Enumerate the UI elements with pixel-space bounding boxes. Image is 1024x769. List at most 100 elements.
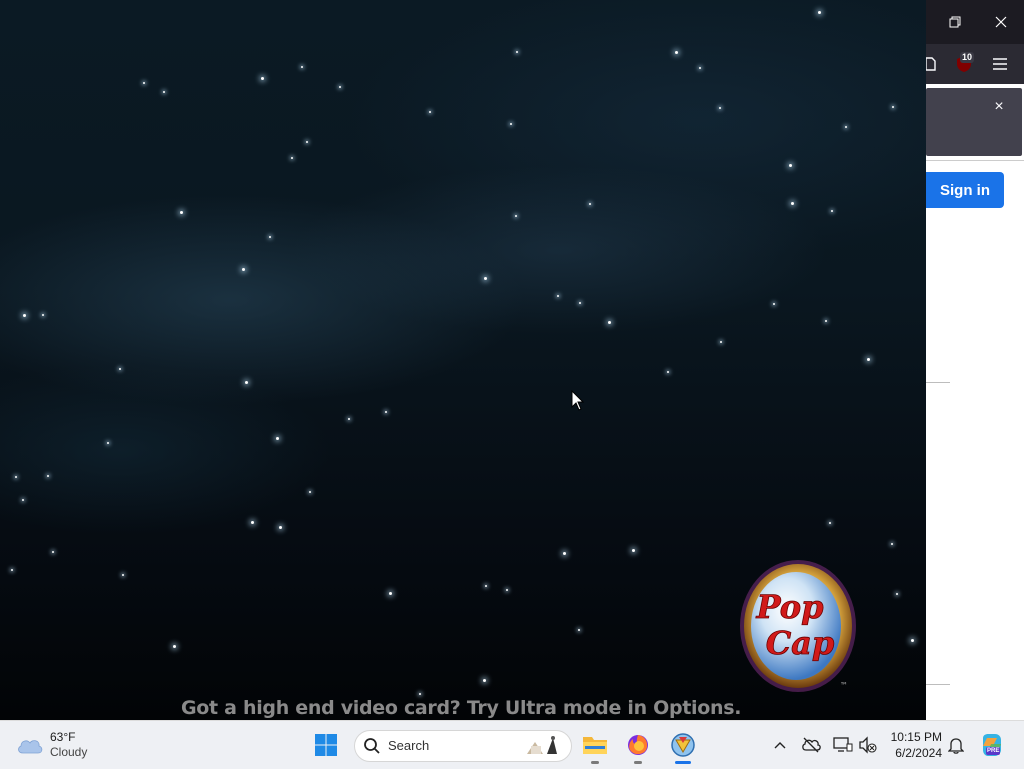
search-highlight-icon [527, 736, 557, 754]
star [578, 629, 580, 631]
display-tray-button[interactable] [833, 735, 853, 755]
star [485, 585, 487, 587]
menu-hamburger-icon[interactable] [988, 52, 1012, 76]
star [260, 76, 264, 80]
star [385, 411, 387, 413]
star [22, 499, 24, 501]
star [892, 106, 894, 108]
weather-widget[interactable]: 63°F Cloudy [16, 729, 87, 761]
weather-temperature: 63°F [50, 730, 76, 744]
bell-icon [948, 738, 964, 754]
speaker-muted-icon [859, 736, 877, 754]
star [42, 314, 44, 316]
popcap-logo: Pop Cap ™ [740, 560, 856, 692]
star [250, 520, 254, 524]
star [388, 591, 392, 595]
star [829, 522, 831, 524]
star [589, 203, 591, 205]
system-clock[interactable]: 10:15 PM 6/2/2024 [886, 729, 942, 761]
chevron-up-icon [774, 742, 786, 749]
star [720, 341, 722, 343]
star [143, 82, 145, 84]
search-icon [364, 738, 380, 754]
star [516, 51, 518, 53]
browser-window [926, 0, 1024, 720]
onedrive-tray-button[interactable] [801, 735, 821, 755]
star [429, 111, 431, 113]
star [667, 371, 669, 373]
divider [926, 684, 950, 685]
extension-badge: 10 [960, 52, 975, 63]
windows-logo-icon [315, 734, 337, 756]
weather-condition: Cloudy [50, 745, 88, 759]
star [163, 91, 165, 93]
star [510, 123, 512, 125]
star [483, 276, 487, 280]
show-hidden-icons-button[interactable] [770, 735, 790, 755]
game-window[interactable]: Pop Cap ™ Got a high end video card? Try… [0, 0, 926, 720]
taskbar-search-box[interactable]: Search [354, 730, 572, 762]
mouse-pointer-icon [571, 390, 585, 411]
close-icon [995, 16, 1007, 28]
firefox-button[interactable] [622, 729, 654, 761]
star [275, 436, 279, 440]
star [306, 141, 308, 143]
notifications-button[interactable] [946, 735, 966, 755]
running-indicator [634, 761, 642, 764]
star [348, 418, 350, 420]
star [719, 107, 721, 109]
cloud-icon [18, 740, 43, 754]
star [291, 157, 293, 159]
star [579, 302, 581, 304]
svg-text:Cap: Cap [766, 624, 835, 662]
cloud-offline-icon [802, 737, 821, 753]
star [107, 442, 109, 444]
star [339, 86, 341, 88]
star [11, 569, 13, 571]
close-window-button[interactable] [978, 0, 1024, 44]
star [244, 380, 248, 384]
star [419, 693, 421, 695]
divider [926, 160, 1024, 161]
game-icon [671, 733, 695, 757]
star [790, 201, 794, 205]
star [482, 678, 486, 682]
star [831, 210, 833, 212]
star [301, 66, 303, 68]
star [506, 589, 508, 591]
star [278, 525, 282, 529]
star [845, 126, 847, 128]
divider [926, 382, 950, 383]
restore-window-button[interactable] [932, 0, 978, 44]
firefox-icon [628, 735, 648, 755]
star [122, 574, 124, 576]
star [515, 215, 517, 217]
sign-in-button[interactable]: Sign in [926, 172, 1004, 208]
star [15, 476, 17, 478]
star [825, 320, 827, 322]
star [674, 50, 678, 54]
hint-text: Got a high end video card? Try Ultra mod… [181, 697, 742, 719]
star [309, 491, 311, 493]
folder-icon [583, 737, 607, 754]
restore-icon [949, 16, 961, 28]
volume-tray-button[interactable] [858, 735, 878, 755]
clock-date: 6/2/2024 [895, 746, 942, 760]
bejeweled-game-button[interactable] [667, 729, 699, 761]
start-button[interactable] [310, 729, 342, 761]
star [699, 67, 701, 69]
taskbar: 63°F Cloudy Search 10:15 PM 6/2/2024 PRE [0, 720, 1024, 769]
star [910, 638, 914, 642]
star [891, 543, 893, 545]
star [179, 210, 183, 214]
notice-close-button[interactable]: × [990, 98, 1008, 116]
file-explorer-button[interactable] [579, 729, 611, 761]
svg-text:Pop: Pop [756, 588, 824, 626]
search-placeholder: Search [388, 738, 430, 753]
star [119, 368, 121, 370]
active-app-indicator [675, 761, 691, 764]
star [896, 593, 898, 595]
copilot-button[interactable]: PRE [976, 729, 1008, 761]
star [557, 295, 559, 297]
clock-time: 10:15 PM [890, 730, 942, 744]
